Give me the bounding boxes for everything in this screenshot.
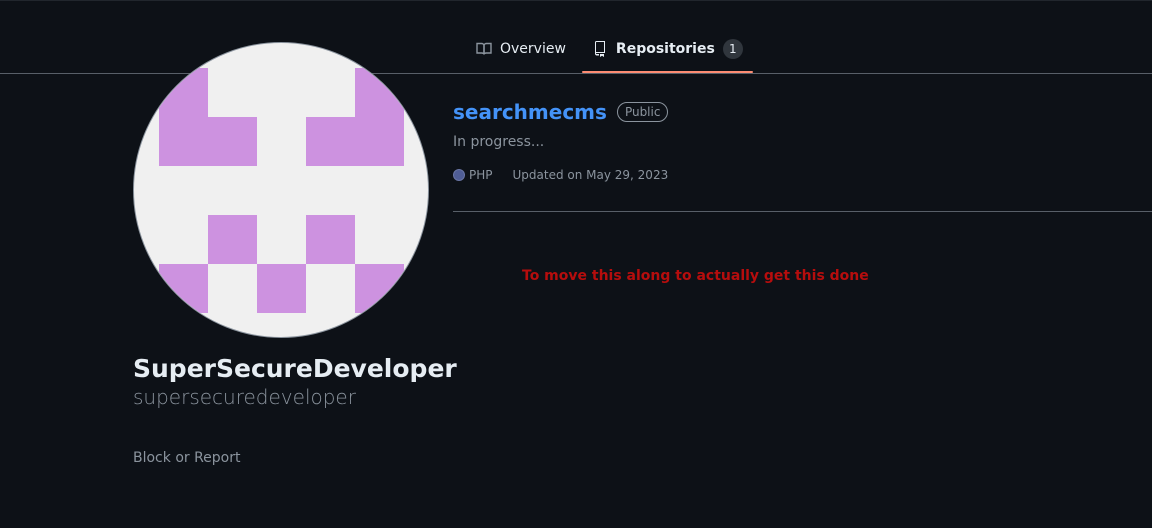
book-icon — [476, 41, 492, 57]
tab-repositories-label: Repositories — [615, 41, 715, 57]
identicon — [159, 68, 404, 313]
block-or-report-link[interactable]: Block or Report — [133, 450, 241, 466]
repo-list-item: searchmecms Public In progress... PHP Up… — [453, 100, 1152, 182]
tabs-divider — [0, 73, 1152, 74]
profile-fullname: SuperSecureDeveloper — [133, 354, 457, 383]
repo-language: PHP — [469, 168, 493, 182]
profile-username: supersecuredeveloper — [133, 385, 356, 409]
tab-overview[interactable]: Overview — [466, 28, 576, 70]
annotation-text: To move this along to actually get this … — [522, 268, 869, 284]
profile-tabs: Overview Repositories 1 — [466, 28, 753, 74]
repo-name-link[interactable]: searchmecms — [453, 100, 607, 124]
repo-description: In progress... — [453, 134, 545, 150]
visibility-badge: Public — [616, 102, 669, 122]
language-color-dot — [453, 169, 465, 181]
repo-icon — [592, 41, 608, 57]
tab-overview-label: Overview — [500, 41, 566, 57]
avatar[interactable] — [133, 42, 429, 338]
repositories-count-badge: 1 — [722, 39, 743, 59]
tab-repositories[interactable]: Repositories 1 — [581, 28, 753, 73]
repo-meta: PHP Updated on May 29, 2023 — [453, 168, 1152, 182]
top-border — [0, 0, 1152, 1]
repo-updated: Updated on May 29, 2023 — [512, 168, 669, 182]
repo-title-row: searchmecms Public — [453, 100, 1152, 124]
repo-divider — [453, 211, 1152, 212]
